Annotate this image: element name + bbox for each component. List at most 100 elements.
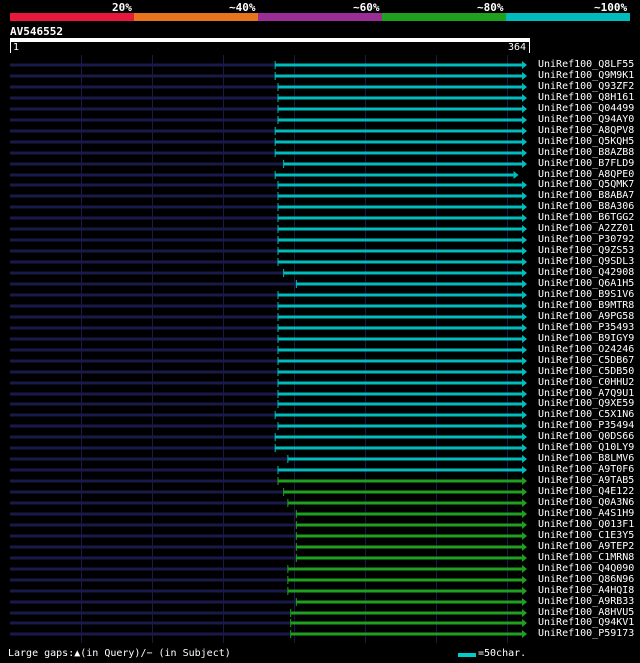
hit-label[interactable]: UniRef100_P30792 [538, 234, 634, 245]
hit-end-arrow [522, 400, 527, 408]
hit-row [10, 400, 527, 408]
hit-end-arrow [522, 499, 527, 507]
hit-label[interactable]: UniRef100_Q0A3N6 [538, 497, 634, 508]
hit-end-arrow [522, 116, 527, 124]
hit-end-arrow [522, 379, 527, 387]
hit-label[interactable]: UniRef100_A4HQI8 [538, 585, 634, 596]
hit-label[interactable]: UniRef100_Q013F1 [538, 519, 634, 530]
hit-label[interactable]: UniRef100_Q5QMK7 [538, 179, 634, 190]
hit-end-arrow [522, 598, 527, 606]
hit-row [10, 587, 527, 595]
hit-label[interactable]: UniRef100_A2ZZ01 [538, 223, 634, 234]
hit-label[interactable]: UniRef100_C5DB67 [538, 355, 634, 366]
hit-label[interactable]: UniRef100_Q0DS66 [538, 431, 634, 442]
hit-label[interactable]: UniRef100_Q86N96 [538, 574, 634, 585]
hit-label[interactable]: UniRef100_C0HHU2 [538, 377, 634, 388]
hit-end-arrow [513, 171, 519, 179]
hit-label[interactable]: UniRef100_Q5KQH5 [538, 136, 634, 147]
hit-label[interactable]: UniRef100_B8A306 [538, 201, 634, 212]
hit-label[interactable]: UniRef100_Q9SDL3 [538, 256, 634, 267]
hit-row [10, 72, 527, 80]
hit-end-arrow [522, 433, 527, 441]
hit-row [10, 105, 527, 113]
hit-end-arrow [522, 105, 527, 113]
hit-label[interactable]: UniRef100_A9PG58 [538, 311, 634, 322]
hit-label[interactable]: UniRef100_P35493 [538, 322, 634, 333]
hit-label[interactable]: UniRef100_C1E3Y5 [538, 530, 634, 541]
hit-end-arrow [522, 411, 527, 419]
hit-label[interactable]: UniRef100_Q8LF55 [538, 59, 634, 70]
gaps-legend-text: Large gaps:▲(in Query)/− (in Subject) [8, 648, 231, 659]
hit-end-arrow [522, 61, 527, 69]
hit-row [10, 291, 527, 299]
hit-end-arrow [522, 291, 527, 299]
hit-label[interactable]: UniRef100_B9S1V6 [538, 289, 634, 300]
hit-row [10, 192, 527, 200]
hit-end-arrow [522, 554, 527, 562]
hit-row [10, 127, 527, 135]
hit-label[interactable]: UniRef100_C5X1N6 [538, 409, 634, 420]
hit-label[interactable]: UniRef100_Q10LY9 [538, 442, 634, 453]
hit-row [10, 565, 527, 573]
hit-label[interactable]: UniRef100_B8LMV6 [538, 453, 634, 464]
hit-label[interactable]: UniRef100_P59173 [538, 628, 634, 639]
hit-label[interactable]: UniRef100_A9TAB5 [538, 475, 634, 486]
hit-end-arrow [522, 335, 527, 343]
hit-end-arrow [522, 510, 527, 518]
hit-end-arrow [522, 346, 527, 354]
hit-label[interactable]: UniRef100_Q93ZF2 [538, 81, 634, 92]
hit-end-arrow [522, 214, 527, 222]
hit-end-arrow [522, 324, 527, 332]
hit-label[interactable]: UniRef100_C1MRN8 [538, 552, 634, 563]
hit-row [10, 171, 519, 179]
hit-label[interactable]: UniRef100_C5DB50 [538, 366, 634, 377]
hit-row [10, 116, 527, 124]
hit-row [10, 313, 527, 321]
hit-label[interactable]: UniRef100_Q94KV1 [538, 617, 634, 628]
hit-label[interactable]: UniRef100_Q6A1H5 [538, 278, 634, 289]
hit-label[interactable]: UniRef100_B6TGG2 [538, 212, 634, 223]
hit-label[interactable]: UniRef100_A9T0F6 [538, 464, 634, 475]
hit-row [10, 269, 527, 277]
hit-end-arrow [522, 236, 527, 244]
hit-row [10, 619, 527, 627]
hit-label[interactable]: UniRef100_Q8H161 [538, 92, 634, 103]
hit-label[interactable]: UniRef100_Q4Q090 [538, 563, 634, 574]
hit-row [10, 181, 527, 189]
hit-label[interactable]: UniRef100_Q4E122 [538, 486, 634, 497]
hit-label[interactable]: UniRef100_Q9M9K1 [538, 70, 634, 81]
hit-label[interactable]: UniRef100_Q04499 [538, 103, 634, 114]
hit-label[interactable]: UniRef100_P35494 [538, 420, 634, 431]
hit-label[interactable]: UniRef100_Q42908 [538, 267, 634, 278]
hit-label[interactable]: UniRef100_O24246 [538, 344, 634, 355]
hit-end-arrow [522, 357, 527, 365]
hit-row [10, 510, 527, 518]
hit-row [10, 346, 527, 354]
hit-label[interactable]: UniRef100_A9TEP2 [538, 541, 634, 552]
hit-row [10, 258, 527, 266]
hit-end-arrow [522, 160, 527, 168]
hit-row [10, 357, 527, 365]
hit-row [10, 488, 527, 496]
hit-row [10, 543, 527, 551]
hit-row [10, 138, 527, 146]
hit-row [10, 324, 527, 332]
hit-label[interactable]: UniRef100_B7FLD9 [538, 158, 634, 169]
hit-row [10, 61, 527, 69]
hit-label[interactable]: UniRef100_A8QPV8 [538, 125, 634, 136]
hit-row [10, 477, 527, 485]
hit-end-arrow [522, 521, 527, 529]
hit-label[interactable]: UniRef100_B9MTR8 [538, 300, 634, 311]
hit-label[interactable]: UniRef100_Q94AY0 [538, 114, 634, 125]
hit-end-arrow [522, 390, 527, 398]
hit-label[interactable]: UniRef100_Q9XE59 [538, 398, 634, 409]
hit-label[interactable]: UniRef100_B9IGY9 [538, 333, 634, 344]
hit-label[interactable]: UniRef100_Q9ZS53 [538, 245, 634, 256]
hit-label[interactable]: UniRef100_B8ABA7 [538, 190, 634, 201]
hit-label[interactable]: UniRef100_B8AZB8 [538, 147, 634, 158]
hit-row [10, 83, 527, 91]
hit-label[interactable]: UniRef100_A9RB33 [538, 596, 634, 607]
hit-label[interactable]: UniRef100_A4S1H9 [538, 508, 634, 519]
hit-row [10, 335, 527, 343]
hit-row [10, 433, 527, 441]
